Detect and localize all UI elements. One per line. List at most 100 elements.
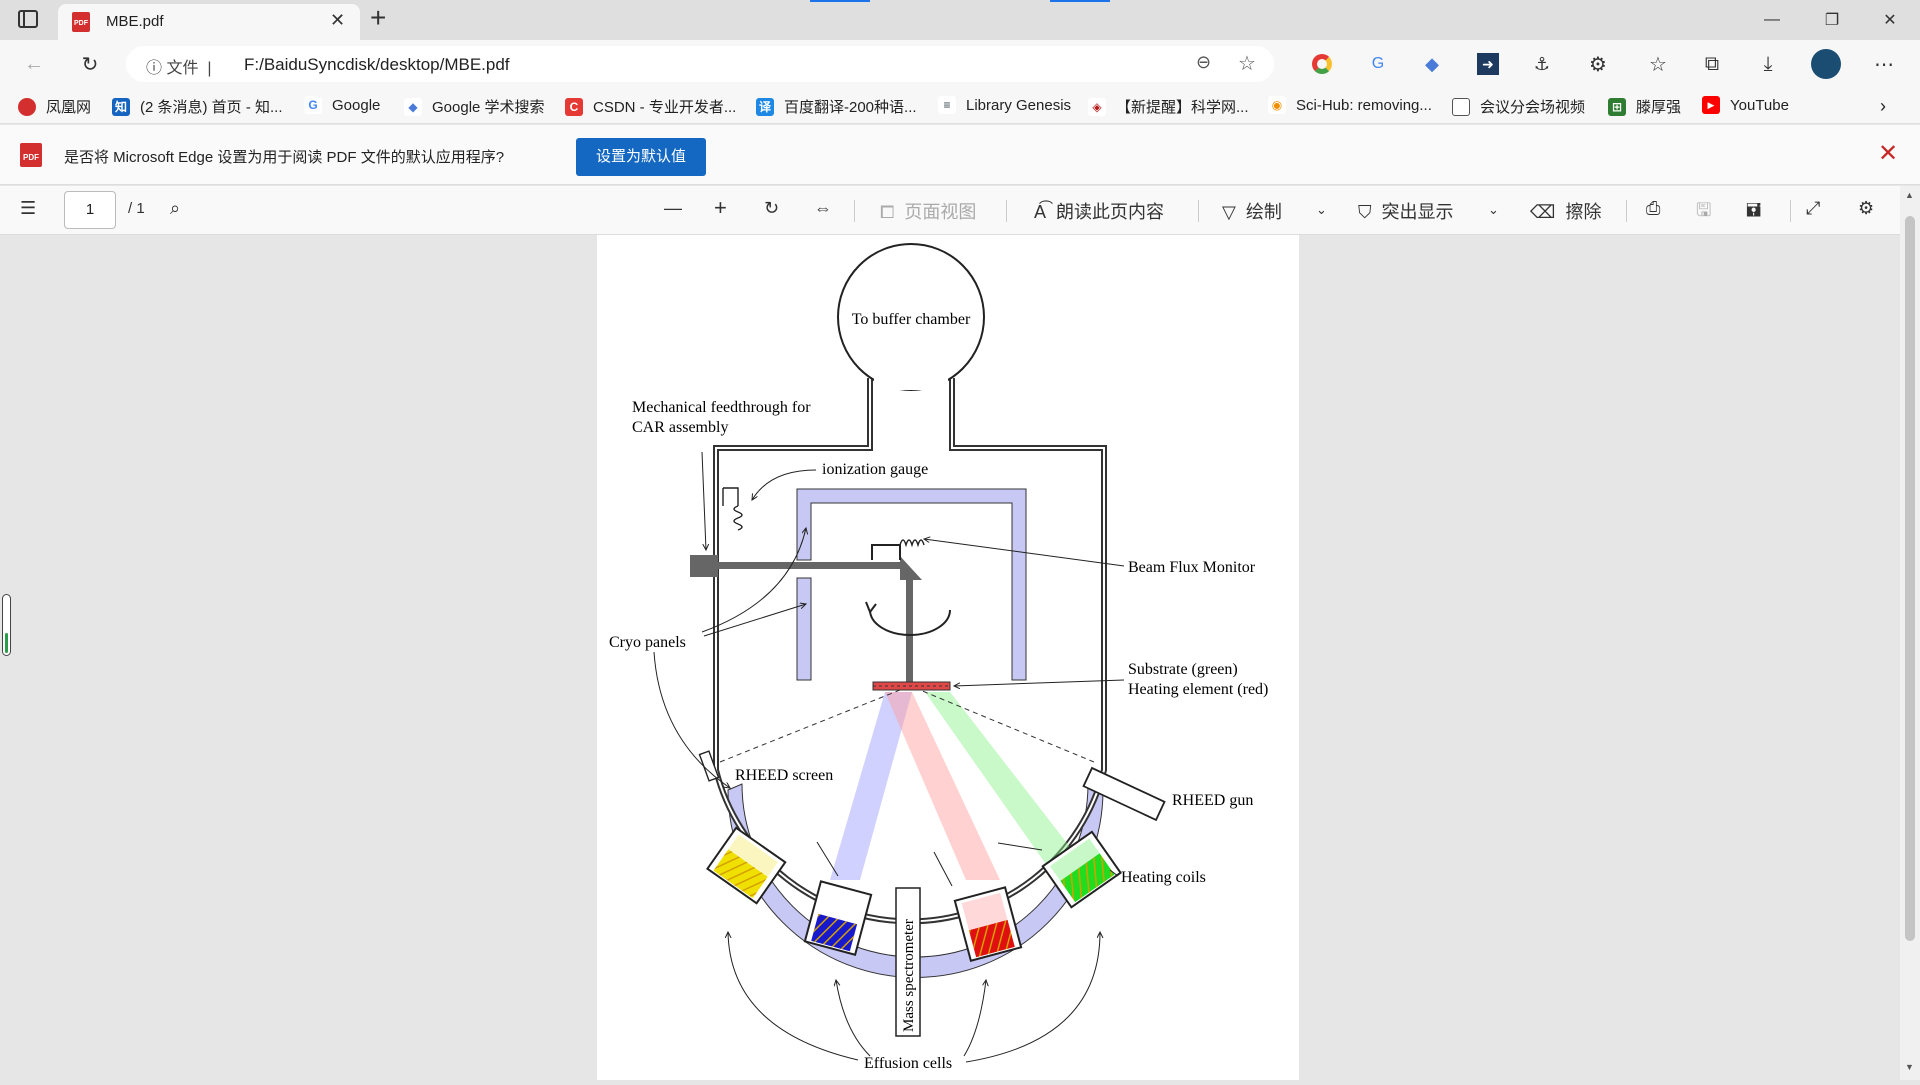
fit-width-icon[interactable]: ⇔ [814, 198, 832, 219]
side-handle-indicator [5, 633, 8, 653]
minimize-button[interactable]: — [1744, 0, 1800, 40]
bookmark-item[interactable]: ◉ Sci-Hub: removing... [1268, 96, 1432, 114]
address-prefix: 文件 [166, 60, 199, 77]
bookmark-item[interactable]: ≡ Library Genesis [938, 96, 1071, 114]
pdf-toolbar: ☰ 1 / 1 ⌕ — + ↻ ⇔ ⧠ 页面视图 A͡ 朗读此页内容 ▽ 绘制 … [0, 186, 1920, 235]
arrow-extension-icon[interactable]: ➜ [1470, 46, 1506, 82]
rheed-gun-label: RHEED gun [1172, 792, 1253, 809]
more-menu-icon[interactable]: ⋯ [1866, 46, 1902, 82]
highlight-icon: ⛉ [1358, 202, 1372, 222]
restore-button[interactable]: ❐ [1804, 0, 1860, 40]
pdf-viewport[interactable]: To buffer chamber Mass spectrometer Mech… [0, 235, 1900, 1080]
bird-extension-icon[interactable]: ⚓ [1524, 46, 1560, 82]
beam-flux-monitor-label: Beam Flux Monitor [1128, 559, 1256, 576]
bookmark-item[interactable]: ▶ YouTube [1702, 96, 1789, 114]
settings-gear-icon[interactable]: ⚙ [1858, 198, 1874, 219]
search-icon[interactable]: ⌕ [170, 198, 180, 219]
cryo-panel-left [796, 577, 812, 681]
bookmark-item[interactable]: 译百度翻译-200种语... [756, 96, 917, 117]
bookmark-item[interactable]: C CSDN - 专业开发者... [565, 96, 736, 117]
pdf-page: To buffer chamber Mass spectrometer Mech… [597, 235, 1299, 1080]
scroll-up-icon[interactable]: ▲ [1905, 190, 1914, 200]
zoom-icon[interactable]: ⊖ [1196, 52, 1211, 73]
print-icon[interactable]: ⎙ [1646, 198, 1660, 219]
bookmark-item[interactable]: 知 (2 条消息) 首页 - 知... [112, 96, 283, 117]
fullscreen-icon[interactable]: ⤢ [1806, 198, 1820, 219]
tab-actions-icon[interactable] [18, 10, 38, 28]
close-tab-icon[interactable]: ✕ [330, 10, 345, 31]
draw-options-chevron-icon[interactable]: ⌄ [1316, 202, 1327, 218]
side-panel-handle[interactable] [2, 594, 11, 656]
toolbar-divider [1198, 200, 1199, 222]
substrate-label-1: Substrate (green) [1128, 661, 1238, 678]
libgen-icon: ≡ [938, 96, 956, 114]
bookmark-item[interactable]: G Google [304, 96, 380, 114]
ionization-gauge-label: ionization gauge [822, 461, 928, 478]
erase-button[interactable]: ⌫ 擦除 [1530, 198, 1601, 224]
zhihu-icon: 知 [112, 97, 130, 116]
translate-icon[interactable]: G [1360, 46, 1396, 82]
close-window-button[interactable]: ✕ [1862, 0, 1918, 40]
scholar-icon: ◆ [404, 97, 422, 116]
favorites-icon[interactable]: ☆ [1640, 46, 1676, 82]
contents-icon[interactable]: ☰ [20, 198, 36, 219]
favorite-star-icon[interactable]: ☆ [1238, 51, 1256, 76]
mbe-chamber-diagram: To buffer chamber Mass spectrometer Mech… [609, 243, 1268, 1072]
save-as-icon[interactable]: 🖬 [1746, 198, 1761, 228]
rheed-screen-label: RHEED screen [735, 767, 833, 784]
scrollbar-thumb[interactable] [1905, 216, 1915, 941]
title-bar: PDF MBE.pdf ✕ + — ❐ ✕ [0, 0, 1920, 40]
bookmark-item[interactable]: 凤凰网 [18, 96, 91, 117]
page-number-input[interactable]: 1 [64, 191, 116, 229]
bookmarks-overflow-chevron-icon[interactable]: › [1880, 96, 1886, 117]
phoenix-icon [18, 97, 36, 116]
toolbar-divider [1626, 200, 1627, 222]
downloads-icon[interactable]: ⤓ [1750, 46, 1786, 82]
read-aloud-icon: A͡ [1034, 202, 1047, 222]
cryo-panels-label: Cryo panels [609, 634, 686, 651]
infobar-message: 是否将 Microsoft Edge 设置为用于阅读 PDF 文件的默认应用程序… [64, 149, 505, 166]
page-view-button[interactable]: ⧠ 页面视图 [880, 198, 976, 224]
extension-color-icon[interactable] [1304, 46, 1340, 82]
collections-icon[interactable]: ⧉ [1694, 46, 1730, 82]
read-aloud-button[interactable]: A͡ 朗读此页内容 [1034, 198, 1164, 224]
zoom-out-icon[interactable]: — [664, 198, 682, 219]
draw-button[interactable]: ▽ 绘制 [1222, 198, 1282, 224]
highlight-button[interactable]: ⛉ 突出显示 [1358, 198, 1454, 224]
bookmark-item[interactable]: ⊞ 滕厚强 [1608, 96, 1681, 117]
address-bar[interactable]: ⓘ 文件 | F:/BaiduSyncdisk/desktop/MBE.pdf … [126, 46, 1274, 82]
save-icon[interactable]: 🖫 [1696, 198, 1711, 228]
document-icon [1452, 97, 1470, 116]
feedthrough-label-2: CAR assembly [632, 419, 728, 436]
scholar-extension-icon[interactable]: ◆ [1414, 46, 1450, 82]
scroll-down-icon[interactable]: ▼ [1905, 1062, 1914, 1072]
csdn-icon: C [565, 97, 583, 116]
draw-icon: ▽ [1222, 202, 1236, 222]
toolbar-divider [854, 200, 855, 222]
bookmark-item[interactable]: 会议分会场视频 [1452, 96, 1585, 117]
tab-mbe-pdf[interactable]: PDF MBE.pdf ✕ [58, 4, 360, 40]
refresh-icon[interactable]: ↻ [72, 46, 108, 82]
vertical-scrollbar[interactable]: ▲ ▼ [1900, 186, 1920, 1080]
bookmark-item[interactable]: ◈ 【新提醒】科学网... [1088, 96, 1249, 117]
address-info[interactable]: ⓘ 文件 | [146, 54, 212, 78]
sheet-icon: ⊞ [1608, 97, 1626, 116]
profile-avatar[interactable] [1808, 46, 1844, 82]
effusion-cell-blue [803, 880, 873, 956]
tab-progress-indicator [810, 0, 870, 2]
highlight-options-chevron-icon[interactable]: ⌄ [1488, 202, 1499, 218]
feedthrough-block [690, 555, 718, 577]
heating-coils-label: Heating coils [1121, 869, 1206, 886]
toolbar-divider [1790, 200, 1791, 222]
address-url[interactable]: F:/BaiduSyncdisk/desktop/MBE.pdf [244, 55, 510, 75]
bookmark-item[interactable]: ◆ Google 学术搜索 [404, 96, 545, 117]
buffer-chamber-label: To buffer chamber [852, 311, 971, 328]
new-tab-button[interactable]: + [370, 2, 386, 34]
close-infobar-icon[interactable]: ✕ [1878, 139, 1898, 168]
rotate-icon[interactable]: ↻ [764, 198, 779, 219]
zoom-in-icon[interactable]: + [714, 195, 727, 221]
back-arrow-icon[interactable]: ← [16, 46, 52, 82]
set-default-button[interactable]: 设置为默认值 [576, 138, 706, 176]
extensions-icon[interactable]: ⚙ [1580, 46, 1616, 82]
feedthrough-label-1: Mechanical feedthrough for [632, 399, 811, 416]
